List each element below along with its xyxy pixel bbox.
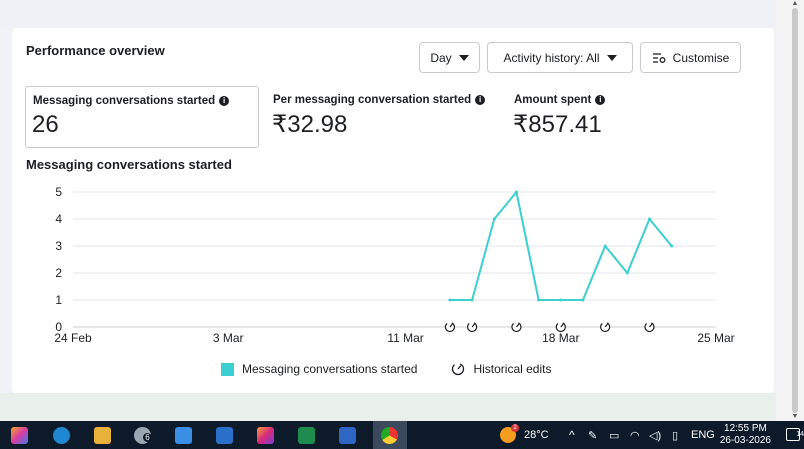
scroll-up-arrow-icon[interactable]: ▲ [790,0,800,8]
weather-badge: 2 [511,424,519,432]
microsoft-store-icon[interactable] [175,427,192,444]
metric-label: Messaging conversations started [33,95,216,107]
browser-top-band [0,0,804,26]
scroll-down-arrow-icon[interactable]: ▼ [790,413,800,421]
windows-taskbar: 6 2 28°C ^ ✎ ▭ ◠ ◁) ▯ ENG 12:55 PM 26-03… [0,421,804,449]
info-icon[interactable]: i [219,96,230,106]
vertical-scrollbar[interactable]: ▲ ▼ [776,0,804,421]
metric-value: ₹857.41 [513,111,602,138]
historical-edit-marker[interactable] [600,321,611,333]
notification-count: 14 [796,431,804,438]
legend-swatch [221,362,234,376]
instagram-icon[interactable] [257,427,274,444]
page-footer-band [0,393,804,421]
historical-edit-marker[interactable] [511,321,522,333]
data-point[interactable] [537,298,541,302]
metric-card-conversations[interactable]: Messaging conversations started i 26 [25,86,259,148]
x-tick-label: 25 Mar [697,331,734,345]
temperature[interactable]: 28°C [524,421,549,449]
data-point[interactable] [603,244,607,248]
customise-icon [652,52,666,63]
copilot-icon[interactable] [11,427,28,444]
clock[interactable]: 12:55 PM 26-03-2026 [720,423,771,447]
mail-icon[interactable] [216,427,233,444]
customise-button[interactable]: Customise [640,42,741,73]
volume-icon[interactable]: ◁) [649,421,661,449]
chart-legend: Messaging conversations started Historic… [221,361,551,377]
data-point[interactable] [647,217,651,221]
data-point[interactable] [492,217,496,221]
data-point[interactable] [581,298,585,302]
file-explorer-icon[interactable] [94,427,111,444]
chrome-profile-badge: 6 [143,433,152,442]
display-icon[interactable]: ▯ [672,421,678,449]
chrome-icon[interactable] [381,427,398,444]
pen-icon[interactable]: ✎ [588,421,597,449]
excel-icon[interactable] [298,427,315,444]
historical-edit-marker[interactable] [467,321,478,333]
data-point[interactable] [625,271,629,275]
data-point[interactable] [470,298,474,302]
metric-label-row: Per messaging conversation started i [273,94,486,106]
wifi-icon[interactable]: ◠ [630,421,640,449]
metric-label-row: Amount spent i [514,94,606,106]
legend-series-label: Messaging conversations started [242,362,418,376]
historical-edit-icon [452,362,465,376]
y-tick-label: 3 [55,239,62,253]
activity-history-dropdown[interactable]: Activity history: All [487,42,633,73]
x-tick-label: 24 Feb [54,331,92,345]
metric-label-row: Messaging conversations started i [33,95,230,107]
metric-card-cost-per-conversation[interactable]: Per messaging conversation started i ₹32… [266,86,496,148]
historical-edit-marker[interactable] [644,321,655,333]
clock-time: 12:55 PM [724,423,767,434]
caret-down-icon [606,54,617,61]
metric-label: Amount spent [514,94,592,106]
activity-history-label: Activity history: All [503,50,600,65]
metric-value: 26 [32,111,59,138]
day-dropdown-label: Day [430,50,452,65]
day-dropdown[interactable]: Day [419,42,480,73]
data-point[interactable] [559,298,563,302]
x-tick-label: 18 Mar [542,331,579,345]
word-icon[interactable] [339,427,356,444]
historical-edit-marker[interactable] [555,321,566,333]
data-point[interactable] [514,190,518,194]
battery-icon[interactable]: ▭ [609,421,619,449]
data-point[interactable] [448,298,452,302]
legend-historical-label: Historical edits [473,362,552,376]
line-chart: 01234524 Feb 3 Mar 11 Mar 18 Mar 25 Mar [54,185,734,345]
clock-date: 26-03-2026 [719,435,771,446]
language-indicator[interactable]: ENG [691,421,715,449]
edge-browser-icon[interactable] [53,427,70,444]
customise-label: Customise [672,50,730,65]
x-tick-label: 3 Mar [213,331,244,345]
metric-label: Per messaging conversation started [273,94,472,106]
page-title: Performance overview [26,43,165,58]
chart-title: Messaging conversations started [26,157,232,172]
info-icon[interactable]: i [595,95,606,105]
y-tick-label: 4 [55,212,62,226]
scrollbar-thumb[interactable] [792,8,798,413]
y-tick-label: 2 [55,266,62,280]
y-tick-label: 1 [55,293,62,307]
historical-edit-marker[interactable] [444,321,456,333]
chevron-up-icon[interactable]: ^ [569,421,575,449]
y-tick-label: 5 [55,185,62,199]
metric-value: ₹32.98 [272,111,348,138]
metric-card-amount-spent[interactable]: Amount spent i ₹857.41 [507,86,707,148]
info-icon[interactable]: i [475,95,486,105]
caret-down-icon [458,54,469,61]
data-point[interactable] [670,244,674,248]
x-tick-label: 11 Mar [387,331,423,345]
